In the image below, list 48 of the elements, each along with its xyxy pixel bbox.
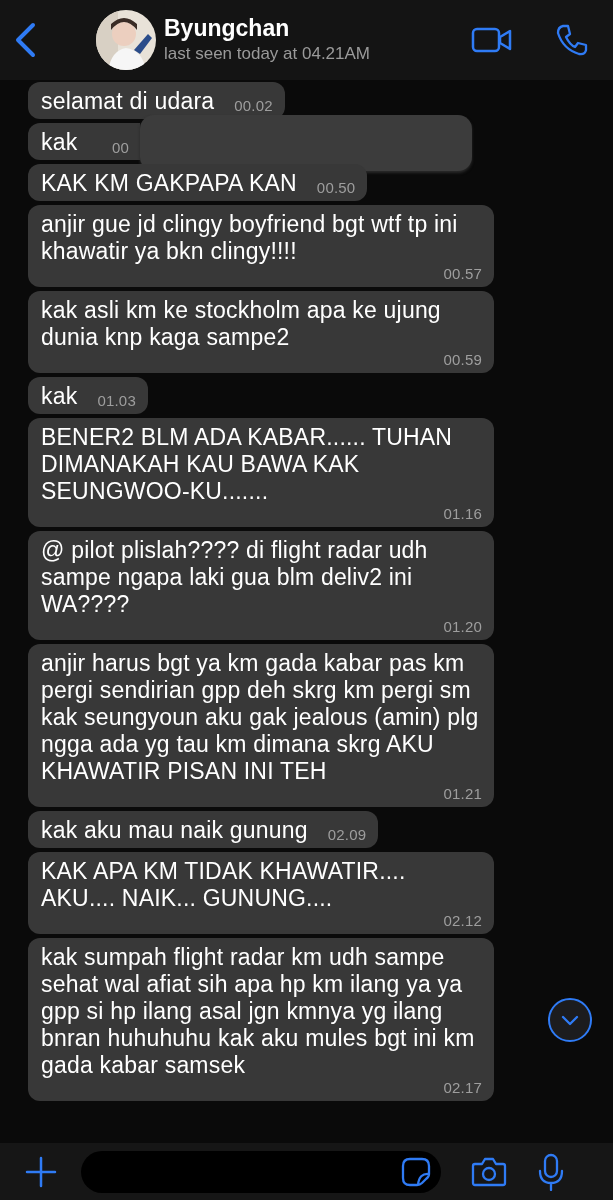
microphone-icon[interactable] [537,1152,565,1191]
message-time: 02.12 [443,912,482,930]
contact-name[interactable]: Byungchan [164,14,371,42]
message-time: 01.16 [443,505,482,523]
message-bubble[interactable]: kak aku mau naik gunung 02.09 [28,811,379,848]
message-text: kak asli km ke stockholm apa ke ujung dunia knp kaga sampe2 [41,297,442,351]
message-bubble[interactable]: anjir harus bgt ya km gada kabar pas km pergi sendirian gpp deh skrg km pergi sm kak seungyoun aku gak jealous (amin) plg ngga ada yg tau km dimana skrg AKU KHAWATIR PISAN INI TEH 01.21 [28,644,494,807]
last-seen-status: last seen today at 04.21AM [164,43,371,65]
message-text: kak aku mau naik gunung [41,817,308,844]
message-time: 00 [112,139,130,157]
message-text: KAK KM GAKPAPA KAN [41,170,297,197]
back-icon[interactable] [14,22,36,58]
message-time: 01.03 [97,392,136,410]
message-text: BENER2 BLM ADA KABAR...... TUHAN DIMANAKAH KAU BAWA KAK SEUNGWOO-KU....... [41,424,454,505]
plus-icon[interactable] [25,1155,57,1188]
message-time: 02.17 [443,1079,482,1097]
sticker-icon[interactable] [401,1156,431,1187]
message-bubble[interactable]: selamat di udara 00.02 [28,82,285,119]
message-text: @ pilot plislah???? di flight radar udh sampe ngapa laki gua blm deliv2 ini WA???? [41,537,429,618]
message-text: KAK APA KM TIDAK KHAWATIR.... AKU.... NAIK... GUNUNG.... [41,858,407,912]
message-time: 00.59 [443,351,482,369]
message-time: 00.57 [443,265,482,283]
message-time: 01.21 [443,785,482,803]
message-time: 02.09 [327,826,367,844]
message-text: kak [41,383,78,410]
message-bubble[interactable]: @ pilot plislah???? di flight radar udh sampe ngapa laki gua blm deliv2 ini WA???? 01.20 [28,531,494,640]
message-bubble[interactable]: BENER2 BLM ADA KABAR...... TUHAN DIMANAKAH KAU BAWA KAK SEUNGWOO-KU....... 01.16 [28,418,494,527]
message-input-field[interactable] [81,1150,441,1193]
message-bubble[interactable]: kak asli km ke stockholm apa ke ujung dunia knp kaga sampe2 00.59 [28,291,494,373]
message-time: 01.20 [443,618,482,636]
message-bubble[interactable]: KAK KM GAKPAPA KAN 00.50 [28,164,368,201]
message-bubble[interactable]: kak 00 [28,123,140,160]
message-bubble[interactable]: kak 01.03 [28,377,148,414]
message-bubble[interactable]: KAK APA KM TIDAK KHAWATIR.... AKU.... NAIK... GUNUNG.... 02.12 [28,852,494,934]
message-bubble[interactable]: kak sumpah flight radar km udh sampe sehat wal afiat sih apa hp km ilang ya ya gpp si hp ilang asal jgn kmnya yg ilang bnran huhuhuhu kak aku mules bgt ini km gada kabar samsek 02.17 [28,938,494,1101]
camera-icon[interactable] [471,1155,507,1188]
message-time: 00.50 [316,179,356,197]
phone-icon[interactable] [555,23,589,57]
video-call-icon[interactable] [471,27,513,53]
message-text: selamat di udara [41,88,215,115]
scroll-down-button[interactable] [548,998,592,1042]
chevron-down-icon [561,1014,579,1026]
message-bubble[interactable]: anjir gue jd clingy boyfriend bgt wtf tp ini khawatir ya bkn clingy!!!! 00.57 [28,205,494,287]
message-time: 00.02 [234,97,273,115]
message-text: kak [41,129,78,156]
message-text: kak sumpah flight radar km udh sampe sehat wal afiat sih apa hp km ilang ya ya gpp si hp ilang asal jgn kmnya yg ilang bnran huhuhuhu kak aku mules bgt ini km gada kabar samsek [41,944,476,1079]
message-text: anjir gue jd clingy boyfriend bgt wtf tp ini khawatir ya bkn clingy!!!! [41,211,459,265]
message-text: anjir harus bgt ya km gada kabar pas km pergi sendirian gpp deh skrg km pergi sm kak seungyoun aku gak jealous (amin) plg ngga ada yg tau km dimana skrg AKU KHAWATIR PISAN INI TEH [41,650,480,785]
